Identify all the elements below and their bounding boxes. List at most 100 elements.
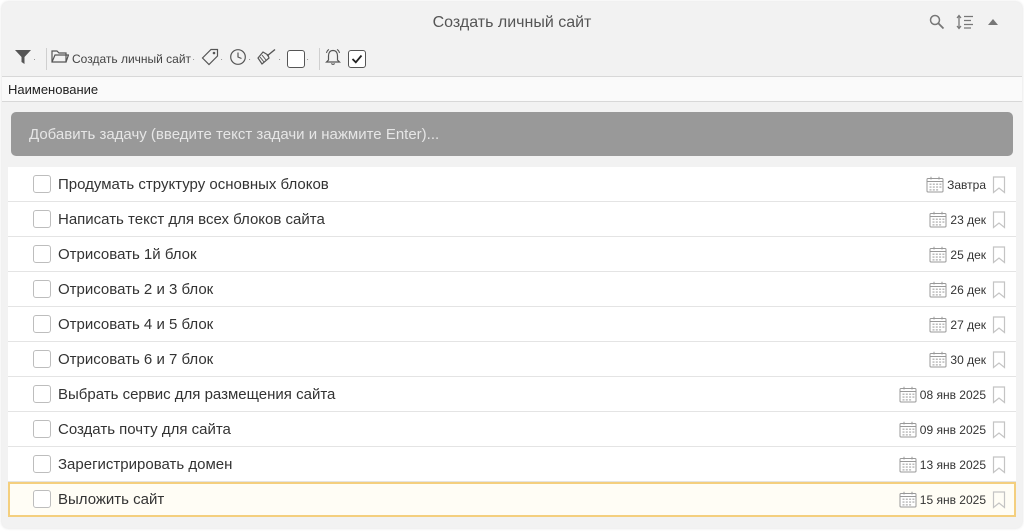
title-tools	[928, 12, 1002, 32]
checked-box-icon	[348, 50, 367, 68]
bookmark-icon[interactable]	[992, 316, 1006, 334]
calendar-icon	[929, 351, 947, 368]
task-date-label: Завтра	[947, 177, 986, 192]
task-due-date[interactable]: Завтра	[926, 176, 986, 193]
task-due-date[interactable]: 09 янв 2025	[899, 421, 986, 438]
task-name[interactable]: Продумать структуру основных блоков	[58, 176, 329, 193]
task-row[interactable]: Отрисовать 6 и 7 блок 30 дек	[8, 342, 1016, 377]
show-completed-toggle[interactable]	[348, 50, 367, 68]
bookmark-icon[interactable]	[992, 491, 1006, 509]
task-checkbox[interactable]	[33, 385, 51, 403]
folder-icon	[51, 49, 70, 69]
filter-button[interactable]: ·	[14, 48, 36, 71]
task-name[interactable]: Отрисовать 4 и 5 блок	[58, 316, 213, 333]
column-header: Наименование	[2, 76, 1022, 102]
task-due-date[interactable]: 23 дек	[929, 211, 986, 228]
task-date-label: 15 янв 2025	[919, 492, 986, 507]
task-due-date[interactable]: 26 дек	[929, 281, 986, 298]
bookmark-icon[interactable]	[992, 246, 1006, 264]
calendar-icon	[929, 316, 947, 333]
task-row[interactable]: Зарегистрировать домен 13 янв 2025	[8, 447, 1016, 482]
task-name[interactable]: Выбрать сервис для размещения сайта	[58, 386, 335, 403]
task-name[interactable]: Зарегистрировать домен	[58, 456, 232, 473]
time-button[interactable]: ·	[229, 48, 251, 71]
task-checkbox[interactable]	[33, 315, 51, 333]
calendar-icon	[899, 421, 917, 438]
toolbar-divider	[46, 48, 47, 70]
search-icon[interactable]	[928, 12, 946, 32]
task-due-date[interactable]: 27 дек	[929, 316, 986, 333]
checkbox-icon	[287, 50, 306, 68]
task-name[interactable]: Отрисовать 1й блок	[58, 246, 197, 263]
task-row[interactable]: Выбрать сервис для размещения сайта 08 ян…	[8, 377, 1016, 412]
task-due-date[interactable]: 08 янв 2025	[899, 386, 986, 403]
app-window: Создать личный сайт · Создать личный сай…	[2, 2, 1022, 528]
calendar-icon	[899, 491, 917, 508]
tag-icon	[201, 48, 219, 71]
toolbar-divider	[319, 48, 321, 70]
task-list: Продумать структуру основных блоков Завтр…	[8, 167, 1016, 517]
bookmark-icon[interactable]	[992, 456, 1006, 474]
task-due-date[interactable]: 13 янв 2025	[899, 456, 986, 473]
task-row[interactable]: Выложить сайт 15 янв 2025	[8, 482, 1016, 517]
clock-icon	[229, 48, 247, 71]
project-selector[interactable]: Создать личный сайт ·	[51, 49, 195, 69]
task-row[interactable]: Создать почту для сайта 09 янв 2025	[8, 412, 1016, 447]
task-checkbox[interactable]	[33, 350, 51, 368]
task-name[interactable]: Написать текст для всех блоков сайта	[58, 211, 325, 228]
task-checkbox[interactable]	[33, 455, 51, 473]
task-date-label: 26 дек	[950, 282, 986, 297]
calendar-icon	[929, 281, 947, 298]
sort-icon[interactable]	[956, 12, 974, 32]
task-name[interactable]: Отрисовать 2 и 3 блок	[58, 281, 213, 298]
task-due-date[interactable]: 25 дек	[929, 246, 986, 263]
task-checkbox[interactable]	[33, 420, 51, 438]
window-title: Создать личный сайт	[432, 14, 592, 31]
cleanup-button[interactable]: ·	[257, 48, 281, 71]
toolbar: · Создать личный сайт · · · · ·	[14, 46, 372, 72]
filter-icon	[14, 48, 32, 71]
task-date-label: 27 дек	[950, 317, 986, 332]
bookmark-icon[interactable]	[992, 211, 1006, 229]
calendar-icon	[926, 176, 944, 193]
task-date-label: 13 янв 2025	[919, 457, 986, 472]
task-name[interactable]: Отрисовать 6 и 7 блок	[58, 351, 213, 368]
task-due-date[interactable]: 30 дек	[929, 351, 986, 368]
task-name[interactable]: Создать почту для сайта	[58, 421, 231, 438]
task-date-label: 09 янв 2025	[919, 422, 986, 437]
task-checkbox[interactable]	[33, 210, 51, 228]
bookmark-icon[interactable]	[992, 351, 1006, 369]
calendar-icon	[929, 246, 947, 263]
calendar-icon	[929, 211, 947, 228]
task-checkbox[interactable]	[33, 245, 51, 263]
task-checkbox[interactable]	[33, 490, 51, 508]
task-row[interactable]: Отрисовать 4 и 5 блок 27 дек	[8, 307, 1016, 342]
collapse-icon[interactable]	[984, 12, 1002, 32]
title-bar: Создать личный сайт	[2, 2, 1022, 44]
task-row[interactable]: Отрисовать 2 и 3 блок 26 дек	[8, 272, 1016, 307]
calendar-icon	[899, 386, 917, 403]
bookmark-icon[interactable]	[992, 281, 1006, 299]
task-name[interactable]: Выложить сайт	[58, 491, 164, 508]
calendar-icon	[899, 456, 917, 473]
add-task-input[interactable]: Добавить задачу (введите текст задачи и …	[11, 112, 1013, 156]
task-checkbox[interactable]	[33, 280, 51, 298]
task-due-date[interactable]: 15 янв 2025	[899, 491, 986, 508]
task-date-label: 08 янв 2025	[919, 387, 986, 402]
project-label: Создать личный сайт	[72, 52, 192, 66]
bookmark-icon[interactable]	[992, 176, 1006, 194]
task-row[interactable]: Отрисовать 1й блок 25 дек	[8, 237, 1016, 272]
reminder-button[interactable]	[324, 48, 342, 71]
bookmark-icon[interactable]	[992, 386, 1006, 404]
task-row[interactable]: Написать текст для всех блоков сайта 23 д…	[8, 202, 1016, 237]
tag-button[interactable]: ·	[201, 48, 223, 71]
task-checkbox[interactable]	[33, 175, 51, 193]
column-name-header[interactable]: Наименование	[8, 82, 98, 97]
task-row[interactable]: Продумать структуру основных блоков Завтр…	[8, 167, 1016, 202]
status-filter-button[interactable]: ·	[287, 50, 309, 68]
alarm-icon	[324, 48, 342, 71]
task-date-label: 25 дек	[950, 247, 986, 262]
bookmark-icon[interactable]	[992, 421, 1006, 439]
task-date-label: 30 дек	[950, 352, 986, 367]
task-date-label: 23 дек	[950, 212, 986, 227]
